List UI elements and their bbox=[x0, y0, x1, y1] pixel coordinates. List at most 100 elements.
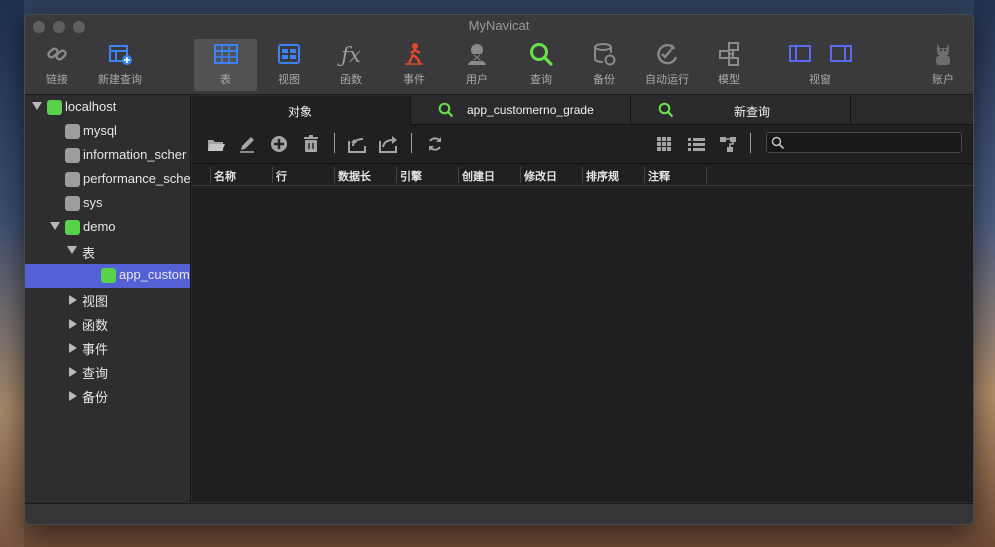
toolbar-model-button[interactable]: 模型 bbox=[705, 39, 753, 91]
tab-label: app_customerno_grade bbox=[467, 103, 594, 117]
tree-table-app-customerno-grade[interactable]: app_custom bbox=[25, 264, 190, 288]
open-table-icon[interactable] bbox=[206, 134, 226, 154]
function-icon: ƒx bbox=[341, 43, 361, 67]
toolbar-link-button[interactable]: 链接 bbox=[33, 39, 81, 91]
tree-group-functions[interactable]: 函数 bbox=[25, 312, 190, 336]
tree-label: 查询 bbox=[82, 366, 109, 381]
toolbar-autorun-button[interactable]: 自动运行 bbox=[639, 39, 695, 91]
tree-db-mysql[interactable]: mysql bbox=[25, 120, 190, 144]
column-separator bbox=[458, 167, 459, 183]
toolbar-label: 备份 bbox=[593, 74, 615, 86]
tree-connection-localhost[interactable]: localhost bbox=[25, 96, 190, 120]
user-icon bbox=[453, 41, 501, 69]
desktop-background-right bbox=[974, 0, 995, 547]
grid-view-icon[interactable] bbox=[654, 134, 674, 154]
expand-triangle-icon[interactable] bbox=[69, 367, 77, 377]
toolbar-table-button[interactable]: 表 bbox=[194, 39, 257, 91]
column-separator bbox=[520, 167, 521, 183]
toolbar-label: 查询 bbox=[530, 74, 552, 86]
collapse-triangle-icon[interactable] bbox=[32, 102, 42, 110]
tree-group-views[interactable]: 视图 bbox=[25, 288, 190, 312]
table-icon bbox=[101, 268, 116, 283]
column-separator bbox=[644, 167, 645, 183]
app-window: MyNavicat 链接 新建查询 表 视图 ƒx 函数 事件 用户 查询 备份… bbox=[24, 14, 974, 525]
export-icon[interactable] bbox=[378, 134, 398, 154]
design-table-icon[interactable] bbox=[237, 134, 257, 154]
toolbar-label: 账户 bbox=[932, 74, 954, 86]
table-icon bbox=[194, 41, 257, 69]
toolbar-label: 链接 bbox=[46, 74, 68, 86]
column-created[interactable]: 创建日 bbox=[462, 168, 495, 184]
column-collation[interactable]: 排序规 bbox=[586, 168, 619, 184]
column-rows[interactable]: 行 bbox=[276, 168, 287, 184]
object-list-body[interactable] bbox=[192, 187, 973, 502]
object-search-input[interactable] bbox=[766, 132, 962, 153]
import-icon[interactable] bbox=[347, 134, 367, 154]
object-list-header: 名称 行 数据长 引擎 创建日 修改日 排序规 注释 bbox=[192, 163, 973, 186]
toolbar-label: 新建查询 bbox=[98, 74, 142, 86]
toolbar-window-button[interactable]: 视窗 bbox=[781, 39, 859, 91]
object-toolbar bbox=[192, 126, 973, 162]
title-bar: MyNavicat 链接 新建查询 表 视图 ƒx 函数 事件 用户 查询 备份… bbox=[25, 15, 973, 95]
tree-db-demo[interactable]: demo bbox=[25, 216, 190, 240]
expand-triangle-icon[interactable] bbox=[69, 295, 77, 305]
toolbar-function-button[interactable]: ƒx 函数 bbox=[327, 39, 375, 91]
delete-table-icon[interactable] bbox=[301, 134, 321, 154]
list-view-icon[interactable] bbox=[686, 134, 706, 154]
expand-triangle-icon[interactable] bbox=[69, 391, 77, 401]
toolbar-event-button[interactable]: 事件 bbox=[390, 39, 438, 91]
toolbar-account-button[interactable]: 账户 bbox=[921, 39, 965, 91]
new-table-icon[interactable] bbox=[269, 134, 289, 154]
view-icon bbox=[265, 41, 313, 69]
toolbar-new-query-button[interactable]: 新建查询 bbox=[91, 39, 149, 91]
column-name[interactable]: 名称 bbox=[214, 168, 236, 184]
toolbar-label: 用户 bbox=[466, 74, 488, 86]
er-diagram-icon[interactable] bbox=[718, 134, 738, 154]
refresh-icon[interactable] bbox=[425, 134, 445, 154]
tree-label: demo bbox=[83, 219, 116, 234]
collapse-triangle-icon[interactable] bbox=[67, 246, 77, 254]
collapse-triangle-icon[interactable] bbox=[50, 222, 60, 230]
tree-db-performance-schema[interactable]: performance_sche bbox=[25, 168, 190, 192]
toolbar-separator bbox=[334, 133, 335, 153]
column-data-length[interactable]: 数据长 bbox=[338, 168, 371, 184]
window-title: MyNavicat bbox=[468, 18, 530, 33]
tab-new-query[interactable]: 新查询 bbox=[631, 96, 851, 125]
toolbar-label: 自动运行 bbox=[645, 74, 689, 86]
column-engine[interactable]: 引擎 bbox=[400, 168, 422, 184]
column-modified[interactable]: 修改日 bbox=[524, 168, 557, 184]
column-separator bbox=[706, 167, 707, 183]
database-icon bbox=[65, 124, 80, 139]
tab-label: 新查询 bbox=[734, 105, 771, 119]
query-icon bbox=[517, 41, 565, 69]
tree-group-queries[interactable]: 查询 bbox=[25, 360, 190, 384]
window-icon bbox=[781, 41, 859, 69]
account-icon bbox=[921, 41, 965, 69]
tree-db-sys[interactable]: sys bbox=[25, 192, 190, 216]
expand-triangle-icon[interactable] bbox=[69, 319, 77, 329]
tree-db-information-schema[interactable]: information_scher bbox=[25, 144, 190, 168]
tree-group-tables[interactable]: 表 bbox=[25, 240, 190, 264]
connection-icon bbox=[47, 100, 62, 115]
tree-label: mysql bbox=[83, 123, 117, 138]
model-icon bbox=[705, 41, 753, 69]
tree-group-events[interactable]: 事件 bbox=[25, 336, 190, 360]
toolbar-query-button[interactable]: 查询 bbox=[517, 39, 565, 91]
tab-app-customerno-grade[interactable]: app_customerno_grade bbox=[411, 96, 631, 125]
column-comment[interactable]: 注释 bbox=[648, 168, 670, 184]
tree-label: 视图 bbox=[82, 294, 109, 309]
toolbar-label: 模型 bbox=[718, 74, 740, 86]
toolbar-backup-button[interactable]: 备份 bbox=[580, 39, 628, 91]
tree-label: 表 bbox=[82, 246, 96, 261]
toolbar-user-button[interactable]: 用户 bbox=[453, 39, 501, 91]
tab-objects[interactable]: 对象 bbox=[192, 96, 411, 125]
tree-group-backups[interactable]: 备份 bbox=[25, 384, 190, 408]
search-icon bbox=[771, 136, 785, 150]
database-icon bbox=[65, 196, 80, 211]
column-separator bbox=[334, 167, 335, 183]
expand-triangle-icon[interactable] bbox=[69, 343, 77, 353]
autorun-icon bbox=[639, 41, 695, 69]
toolbar-label: 视图 bbox=[278, 74, 300, 86]
query-icon bbox=[438, 102, 454, 118]
toolbar-view-button[interactable]: 视图 bbox=[265, 39, 313, 91]
